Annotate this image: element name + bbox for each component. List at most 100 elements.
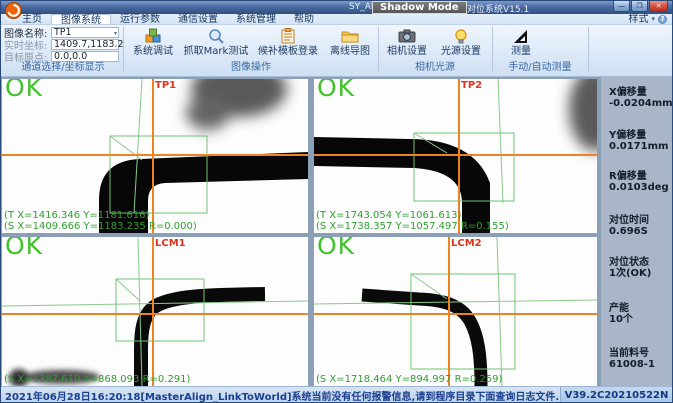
tp2-actual-coords: (S X=1738.357 Y=1057.497 R=0.155) — [316, 221, 509, 232]
measure-button[interactable]: 测量 — [496, 26, 546, 60]
metric-value: 0.0103deg — [609, 182, 669, 193]
metric-part-number: 当前料号 61008-1 — [609, 348, 655, 370]
target-origin-field[interactable]: 0.0,0.0 — [51, 51, 119, 62]
tab-comm-settings[interactable]: 通信设置 — [169, 14, 227, 24]
tp1-coordinates: (T X=1416.346 Y=1181.616) (S X=1409.666 … — [4, 210, 197, 232]
tp1-camera-label: TP1 — [155, 80, 176, 91]
metric-label: 对位状态 — [609, 257, 651, 268]
camera-settings-button[interactable]: 相机设置 — [382, 26, 432, 60]
titlebar: SY_AliagnSystemLinkTo Shadow Mode 对位系统V1… — [1, 1, 672, 14]
lcm1-coordinates: (S X=1387.610 Y=868.093 R=0.291) — [4, 374, 190, 385]
group-caption-image-op: 图像操作 — [125, 62, 377, 73]
lcm1-actual-coords: (S X=1387.610 Y=868.093 R=0.291) — [4, 374, 190, 385]
metric-value: -0.0204mm — [609, 98, 673, 109]
light-bulb-icon — [452, 28, 470, 44]
camera-settings-label: 相机设置 — [387, 46, 427, 57]
tp1-actual-coords: (S X=1409.666 Y=1183.235 R=0.000) — [4, 221, 197, 232]
minimize-button[interactable]: — — [613, 1, 630, 12]
metric-value: 10个 — [609, 314, 633, 325]
metric-value: 0.0171mm — [609, 141, 668, 152]
lcm2-status-ok: OK — [317, 237, 355, 260]
group-caption-measure: 手动/自动测量 — [494, 62, 586, 73]
metric-value: 0.696S — [609, 226, 649, 237]
tab-run-params[interactable]: 运行参数 — [111, 14, 169, 24]
image-name-select[interactable]: TP1 ▾ — [51, 27, 119, 38]
realtime-coord-field[interactable]: 1409.7,1183.2 — [51, 39, 119, 50]
maximize-button[interactable]: ❐ — [631, 1, 648, 12]
camera-view-lcm1[interactable]: OK LCM1 (S X=1387.610 Y=868.093 R=0.291) — [2, 237, 308, 386]
status-bar: 2021年06月28日16:20:18[MasterAlign_LinkToWo… — [1, 386, 672, 403]
lcm2-actual-coords: (S X=1718.464 Y=894.997 R=0.259) — [316, 374, 502, 385]
grab-mark-magnifier-icon — [207, 28, 225, 44]
version-label: V39.2C20210522N — [560, 387, 672, 403]
camera-view-tp2[interactable]: OK TP2 (T X=1743.054 Y=1061.613) (S X=17… — [314, 79, 597, 233]
metric-label: R偏移量 — [609, 171, 669, 182]
lcm2-image-canvas — [314, 237, 597, 386]
tp2-coordinates: (T X=1743.054 Y=1061.613) (S X=1738.357 … — [316, 210, 509, 232]
camera-grid: OK TP1 (T X=1416.346 Y=1181.616) (S X=14… — [1, 77, 673, 386]
select-dropdown-icon[interactable]: ▾ — [114, 29, 117, 39]
image-name-value: TP1 — [54, 27, 72, 38]
camera-view-tp1[interactable]: OK TP1 (T X=1416.346 Y=1181.616) (S X=14… — [2, 79, 308, 233]
metric-output: 产能 10个 — [609, 303, 633, 325]
offline-import-label: 离线导图 — [330, 46, 370, 57]
metric-r-offset: R偏移量 0.0103deg — [609, 171, 669, 193]
tp2-target-coords: (T X=1743.054 Y=1061.613) — [316, 210, 509, 221]
lcm2-coordinates: (S X=1718.464 Y=894.997 R=0.259) — [316, 374, 502, 385]
system-debug-button[interactable]: 系统调试 — [127, 26, 179, 60]
metric-label: Y偏移量 — [609, 130, 668, 141]
realtime-coord-value: 1409.7,1183.2 — [54, 39, 124, 50]
lcm1-status-ok: OK — [5, 237, 43, 260]
metric-label: 对位时间 — [609, 215, 649, 226]
metric-label: 当前料号 — [609, 348, 655, 359]
metric-align-status: 对位状态 1次(OK) — [609, 257, 651, 279]
shadow-mode-overlay: Shadow Mode — [372, 1, 467, 14]
offline-import-button[interactable]: 离线导图 — [325, 26, 375, 60]
grab-mark-test-button[interactable]: 抓取Mark测试 — [181, 26, 251, 60]
light-settings-label: 光源设置 — [441, 46, 481, 57]
template-register-button[interactable]: 候补模板登录 — [253, 26, 323, 60]
lcm1-camera-label: LCM1 — [155, 238, 186, 249]
measure-label: 测量 — [511, 46, 531, 57]
camera-view-lcm2[interactable]: OK LCM2 (S X=1718.464 Y=894.997 R=0.259) — [314, 237, 597, 386]
metric-value: 61008-1 — [609, 359, 655, 370]
metric-label: X偏移量 — [609, 87, 673, 98]
template-register-clipboard-icon — [279, 28, 297, 44]
target-origin-row: 目标原点: 0.0,0.0 — [4, 50, 119, 62]
style-dropdown-icon[interactable]: ▾ — [651, 14, 655, 25]
measure-setsquare-icon — [512, 28, 530, 44]
app-logo-icon[interactable] — [5, 2, 22, 19]
metric-label: 产能 — [609, 303, 633, 314]
template-register-label: 候补模板登录 — [258, 46, 318, 57]
offline-import-folder-icon — [341, 28, 359, 44]
group-caption-channel: 通道选择/坐标显示 — [1, 62, 125, 73]
help-icon[interactable]: ? — [658, 15, 667, 24]
group-caption-camera-light: 相机光源 — [380, 62, 490, 73]
style-menu[interactable]: 样式 — [628, 14, 648, 25]
status-message: 2021年06月28日16:20:18[MasterAlign_LinkToWo… — [1, 388, 560, 403]
metric-value: 1次(OK) — [609, 268, 651, 279]
target-origin-value: 0.0,0.0 — [54, 51, 87, 62]
lcm1-image-canvas — [2, 237, 308, 386]
system-debug-cubes-icon — [144, 28, 162, 44]
app-window: SY_AliagnSystemLinkTo Shadow Mode 对位系统V1… — [0, 0, 673, 403]
tp2-status-ok: OK — [317, 79, 355, 102]
tab-system-mgmt[interactable]: 系统管理 — [227, 14, 285, 24]
tp2-camera-label: TP2 — [461, 80, 482, 91]
metrics-sidebar: X偏移量 -0.0204mm Y偏移量 0.0171mm R偏移量 0.0103… — [601, 77, 673, 386]
metric-y-offset: Y偏移量 0.0171mm — [609, 130, 668, 152]
light-settings-button[interactable]: 光源设置 — [436, 26, 486, 60]
ribbon-tab-bar: 主页 图像系统 运行参数 通信设置 系统管理 帮助 样式 ▾ ? — [1, 14, 672, 25]
camera-icon — [398, 28, 416, 44]
close-button[interactable]: ✕ — [649, 1, 668, 12]
tab-help[interactable]: 帮助 — [285, 14, 323, 24]
lcm2-camera-label: LCM2 — [451, 238, 482, 249]
system-debug-label: 系统调试 — [133, 46, 173, 57]
metric-x-offset: X偏移量 -0.0204mm — [609, 87, 673, 109]
tp1-status-ok: OK — [5, 79, 43, 102]
ribbon: 图像名称: TP1▾ 实时坐标: 1409.7,1183.2 目标原点: 0.0… — [1, 25, 672, 77]
grab-mark-test-label: 抓取Mark测试 — [184, 46, 249, 57]
metric-align-time: 对位时间 0.696S — [609, 215, 649, 237]
tab-image-system[interactable]: 图像系统 — [51, 14, 111, 24]
tp1-target-coords: (T X=1416.346 Y=1181.616) — [4, 210, 197, 221]
